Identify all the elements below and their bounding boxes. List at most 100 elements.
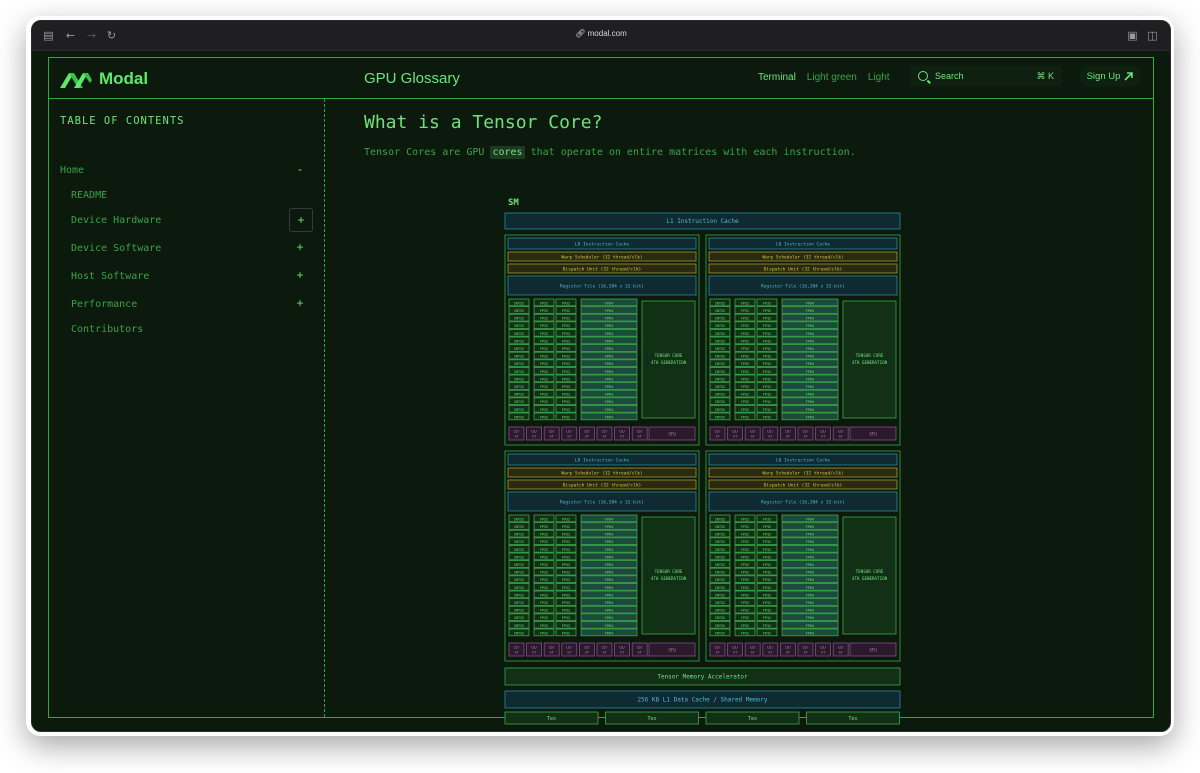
- fp64-unit-label: FP64: [806, 525, 814, 529]
- fp64-unit-label: FP64: [605, 339, 613, 343]
- toc-item-readme[interactable]: README: [71, 190, 107, 201]
- fp32-unit-label: FP32: [540, 393, 548, 397]
- fp32-unit-label: FP32: [540, 317, 548, 321]
- fp64-unit-label: FP64: [605, 578, 613, 582]
- int32-unit-label: INT32: [514, 525, 524, 529]
- toc-expand-device-software[interactable]: +: [289, 236, 311, 258]
- fp32-unit-label: FP32: [763, 601, 771, 605]
- int32-unit-label: INT32: [514, 609, 524, 613]
- fp32-unit-label: FP32: [540, 408, 548, 412]
- address-bar[interactable]: 🔗︎ modal.com: [32, 29, 1170, 38]
- dispatch-unit-label: Dispatch Unit (32 thread/clk): [764, 483, 843, 489]
- int32-unit-label: INT32: [715, 415, 725, 419]
- int32-unit-label: INT32: [715, 517, 725, 521]
- ld-st-label-1: LD/: [549, 646, 555, 650]
- site-header: Modal GPU Glossary Terminal Light green …: [49, 58, 1153, 99]
- int32-unit-label: INT32: [715, 317, 725, 321]
- fp32-unit-label: FP32: [763, 301, 771, 305]
- fp64-unit-label: FP64: [806, 563, 814, 567]
- split-view-icon[interactable]: ◫: [1146, 29, 1159, 42]
- sm-label: SM: [508, 198, 519, 208]
- toc-collapse-home[interactable]: -: [289, 158, 311, 180]
- int32-unit-label: INT32: [715, 309, 725, 313]
- cores-link[interactable]: cores: [490, 146, 525, 159]
- fp32-unit-label: FP32: [741, 332, 749, 336]
- ld-st-label-2: ST: [638, 651, 642, 655]
- fp32-unit-label: FP32: [562, 408, 570, 412]
- toc-heading: TABLE OF CONTENTS: [60, 115, 185, 127]
- int32-unit-label: INT32: [514, 332, 524, 336]
- toc-expand-host-software[interactable]: +: [289, 264, 311, 286]
- fp64-unit-label: FP64: [806, 578, 814, 582]
- sign-up-button[interactable]: Sign Up: [1079, 65, 1141, 87]
- toc-expand-device-hardware[interactable]: +: [289, 208, 313, 232]
- ld-st-label-1: LD/: [601, 430, 607, 434]
- fp32-unit-label: FP32: [540, 624, 548, 628]
- lock-icon: 🔗︎: [575, 29, 588, 38]
- fp32-unit-label: FP32: [562, 609, 570, 613]
- fp64-unit-label: FP64: [605, 533, 613, 537]
- int32-unit-label: INT32: [514, 624, 524, 628]
- fp32-unit-label: FP32: [741, 593, 749, 597]
- fp32-unit-label: FP32: [741, 563, 749, 567]
- theme-light-green[interactable]: Light green: [807, 72, 857, 83]
- toc-item-device-software[interactable]: Device Software: [71, 243, 161, 254]
- ld-st-label-2: ST: [733, 435, 737, 439]
- fp64-unit-label: FP64: [806, 586, 814, 590]
- fp32-unit-label: FP32: [741, 631, 749, 635]
- theme-terminal[interactable]: Terminal: [758, 72, 796, 83]
- ld-st-label-2: ST: [768, 651, 772, 655]
- fp32-unit-label: FP32: [763, 533, 771, 537]
- fp32-unit-label: FP32: [540, 555, 548, 559]
- fp32-unit-label: FP32: [741, 377, 749, 381]
- ld-st-label-2: ST: [751, 651, 755, 655]
- fp32-unit-label: FP32: [562, 525, 570, 529]
- int32-unit-label: INT32: [514, 563, 524, 567]
- int32-unit-label: INT32: [715, 324, 725, 328]
- fp32-unit-label: FP32: [562, 578, 570, 582]
- fp32-unit-label: FP32: [540, 377, 548, 381]
- table-of-contents: TABLE OF CONTENTS Home - README Device H…: [49, 99, 325, 717]
- fp32-unit-label: FP32: [741, 309, 749, 313]
- page-frame: Modal GPU Glossary Terminal Light green …: [48, 57, 1154, 725]
- int32-unit-label: INT32: [514, 408, 524, 412]
- toc-item-home[interactable]: Home: [60, 165, 84, 176]
- fp32-unit-label: FP32: [562, 555, 570, 559]
- fp32-unit-label: FP32: [763, 377, 771, 381]
- ld-st-label-1: LD/: [767, 430, 773, 434]
- toc-expand-performance[interactable]: +: [289, 292, 311, 314]
- fp32-unit-label: FP32: [763, 631, 771, 635]
- int32-unit-label: INT32: [514, 631, 524, 635]
- ld-st-label-1: LD/: [732, 646, 738, 650]
- warp-scheduler-label: Warp Scheduler (32 thread/clk): [561, 471, 642, 477]
- toc-item-host-software[interactable]: Host Software: [71, 271, 149, 282]
- fp32-unit-label: FP32: [562, 571, 570, 575]
- fp32-unit-label: FP32: [741, 317, 749, 321]
- sfu-unit-label: SFU: [869, 432, 877, 437]
- fp64-unit-label: FP64: [806, 631, 814, 635]
- int32-unit-label: INT32: [514, 571, 524, 575]
- ld-st-label-1: LD/: [750, 430, 756, 434]
- toc-item-contributors[interactable]: Contributors: [71, 324, 143, 335]
- int32-unit-label: INT32: [514, 601, 524, 605]
- modal-logo[interactable]: Modal: [60, 69, 148, 89]
- search-button[interactable]: Search ⌘ K: [910, 65, 1062, 87]
- ld-st-label-2: ST: [620, 435, 624, 439]
- fp32-unit-label: FP32: [763, 593, 771, 597]
- ld-st-label-1: LD/: [785, 646, 791, 650]
- ld-st-label-2: ST: [638, 435, 642, 439]
- register-file-label: Register File (16,384 x 32-bit): [560, 284, 644, 290]
- fp64-unit-label: FP64: [605, 593, 613, 597]
- reader-icon[interactable]: ▣: [1126, 29, 1139, 42]
- fp64-unit-label: FP64: [806, 548, 814, 552]
- theme-light[interactable]: Light: [868, 72, 890, 83]
- ld-st-label-2: ST: [751, 435, 755, 439]
- ld-st-label-2: ST: [768, 435, 772, 439]
- toc-item-performance[interactable]: Performance: [71, 299, 137, 310]
- fp32-unit-label: FP32: [540, 347, 548, 351]
- int32-unit-label: INT32: [715, 593, 725, 597]
- int32-unit-label: INT32: [514, 517, 524, 521]
- toc-item-device-hardware[interactable]: Device Hardware: [71, 215, 161, 226]
- fp32-unit-label: FP32: [741, 624, 749, 628]
- site-title[interactable]: GPU Glossary: [364, 70, 460, 87]
